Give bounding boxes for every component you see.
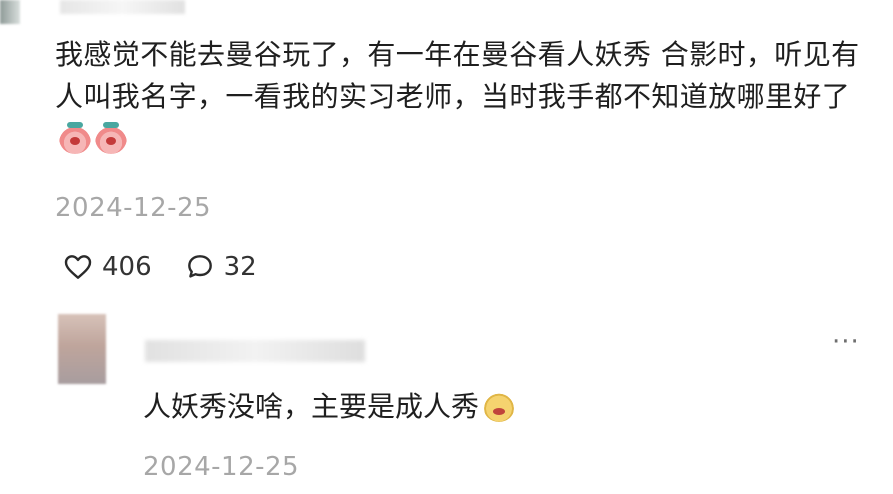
comment-count: 32: [223, 252, 257, 282]
reply-body: 人妖秀没啥，主要是成人秀: [143, 386, 516, 428]
like-count: 406: [102, 252, 152, 282]
comment-text: 我感觉不能去曼谷玩了，有一年在曼谷看人妖秀 合影时，听见有人叫我名字，一看我的实…: [55, 38, 860, 113]
avatar[interactable]: [58, 314, 106, 384]
reply-text: 人妖秀没啥，主要是成人秀: [143, 390, 480, 423]
more-options-button[interactable]: ···: [832, 329, 864, 355]
like-button[interactable]: 406: [62, 251, 152, 283]
reply-date: 2024-12-25: [143, 452, 300, 482]
comment-button[interactable]: 32: [184, 251, 257, 283]
top-name-blur: [60, 0, 185, 14]
comment-actions: 406 32: [62, 249, 289, 285]
top-avatar-blur: [0, 0, 20, 24]
crying-face-icon: [59, 122, 91, 154]
username-blur: [145, 340, 365, 362]
comment-bubble-icon: [187, 255, 212, 278]
heart-icon: [64, 255, 92, 279]
smiling-face-icon: [483, 390, 516, 422]
comment-date: 2024-12-25: [55, 193, 212, 223]
comment-body: 我感觉不能去曼谷玩了，有一年在曼谷看人妖秀 合影时，听见有人叫我名字，一看我的实…: [55, 34, 875, 160]
crying-face-icon: [95, 122, 127, 154]
